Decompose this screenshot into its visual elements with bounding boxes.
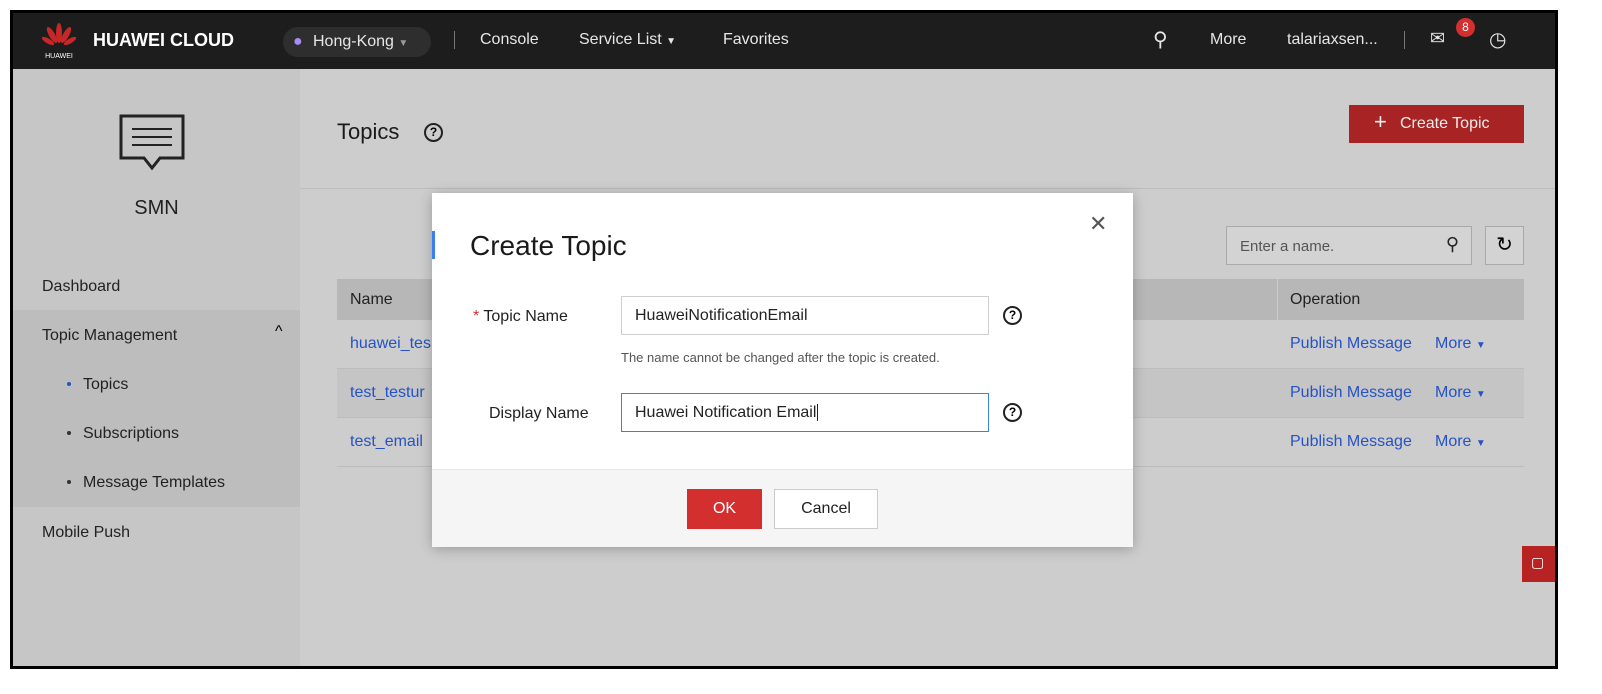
publish-message-link[interactable]: Publish Message bbox=[1290, 433, 1412, 451]
publish-message-link[interactable]: Publish Message bbox=[1290, 335, 1412, 353]
search-icon[interactable]: ⚲ bbox=[1153, 27, 1168, 52]
column-header-name[interactable]: Name bbox=[350, 291, 393, 309]
brand-name[interactable]: HUAWEI CLOUD bbox=[93, 30, 234, 51]
display-name-label: Display Name bbox=[489, 405, 589, 422]
bullet-icon bbox=[67, 382, 71, 386]
title-accent bbox=[432, 231, 435, 259]
top-nav: HUAWEI HUAWEI CLOUD ● Hong-Kong ▼ Console… bbox=[13, 13, 1555, 69]
message-icon bbox=[119, 114, 185, 171]
column-header-operation: Operation bbox=[1290, 291, 1361, 308]
sidebar-item-subscriptions[interactable]: Subscriptions bbox=[83, 425, 179, 443]
nav-favorites[interactable]: Favorites bbox=[723, 31, 789, 49]
dialog-footer: OK Cancel bbox=[432, 469, 1133, 547]
chevron-down-icon: ▼ bbox=[398, 38, 409, 49]
help-icon[interactable]: ? bbox=[1003, 306, 1022, 325]
svg-text:HUAWEI: HUAWEI bbox=[45, 53, 73, 60]
topic-name-hint: The name cannot be changed after the top… bbox=[621, 350, 940, 365]
clock-icon[interactable]: ◷ bbox=[1489, 27, 1506, 52]
chevron-up-icon[interactable]: ^ bbox=[275, 323, 283, 341]
more-dropdown[interactable]: More ▼ bbox=[1435, 335, 1486, 353]
chevron-down-icon: ▼ bbox=[666, 36, 677, 47]
sidebar-item-dashboard[interactable]: Dashboard bbox=[42, 278, 120, 296]
dialog-title: Create Topic bbox=[470, 230, 627, 261]
divider bbox=[454, 31, 455, 49]
topic-name-link[interactable]: test_email bbox=[350, 433, 423, 451]
region-label: Hong-Kong bbox=[313, 33, 394, 50]
feedback-chat-button[interactable]: ▢ bbox=[1522, 546, 1555, 582]
cancel-button[interactable]: Cancel bbox=[774, 489, 878, 529]
nav-more[interactable]: More bbox=[1210, 31, 1246, 49]
create-topic-button[interactable]: + Create Topic bbox=[1349, 105, 1524, 143]
topic-name-link[interactable]: test_testur bbox=[350, 384, 425, 402]
display-name-input[interactable]: Huawei Notification Email bbox=[621, 393, 989, 432]
huawei-logo-icon[interactable]: HUAWEI bbox=[41, 22, 77, 60]
bullet-icon bbox=[67, 480, 71, 484]
refresh-button[interactable]: ↻ bbox=[1485, 226, 1524, 265]
sidebar: SMN Dashboard Topic Management ^ Topics … bbox=[13, 69, 300, 666]
refresh-icon: ↻ bbox=[1496, 234, 1513, 256]
nav-service-list[interactable]: Service List ▼ bbox=[579, 31, 676, 49]
search-icon[interactable]: ⚲ bbox=[1446, 234, 1459, 255]
help-icon[interactable]: ? bbox=[424, 123, 443, 142]
more-dropdown[interactable]: More ▼ bbox=[1435, 384, 1486, 402]
plus-icon: + bbox=[1374, 109, 1387, 134]
nav-console[interactable]: Console bbox=[480, 31, 539, 49]
region-selector[interactable]: ● Hong-Kong ▼ bbox=[283, 27, 431, 57]
sidebar-item-mobile-push[interactable]: Mobile Push bbox=[42, 524, 130, 542]
service-name: SMN bbox=[134, 197, 179, 219]
topic-name-link[interactable]: huawei_tes bbox=[350, 335, 431, 353]
sidebar-item-message-templates[interactable]: Message Templates bbox=[83, 474, 225, 492]
topic-name-input[interactable]: HuaweiNotificationEmail bbox=[621, 296, 989, 335]
publish-message-link[interactable]: Publish Message bbox=[1290, 384, 1412, 402]
message-count-badge: 8 bbox=[1456, 18, 1475, 37]
mail-icon[interactable]: ✉ bbox=[1430, 28, 1445, 49]
sidebar-item-topics[interactable]: Topics bbox=[83, 376, 128, 394]
sidebar-item-topic-management[interactable]: Topic Management bbox=[42, 327, 177, 345]
search-input[interactable]: Enter a name. ⚲ bbox=[1226, 226, 1472, 265]
page-header: Topics ? + Create Topic bbox=[300, 69, 1555, 189]
ok-button[interactable]: OK bbox=[687, 489, 762, 529]
page-title: Topics bbox=[337, 119, 400, 144]
location-pin-icon: ● bbox=[293, 33, 303, 50]
user-menu[interactable]: talariaxsen... bbox=[1287, 31, 1378, 49]
close-icon[interactable]: ✕ bbox=[1089, 211, 1107, 237]
more-dropdown[interactable]: More ▼ bbox=[1435, 433, 1486, 451]
help-icon[interactable]: ? bbox=[1003, 403, 1022, 422]
divider bbox=[1404, 31, 1405, 49]
bullet-icon bbox=[67, 431, 71, 435]
create-topic-dialog: Create Topic ✕ * Topic Name HuaweiNotifi… bbox=[432, 193, 1133, 547]
topic-name-label: * Topic Name bbox=[473, 308, 568, 325]
chat-icon: ▢ bbox=[1531, 554, 1545, 570]
